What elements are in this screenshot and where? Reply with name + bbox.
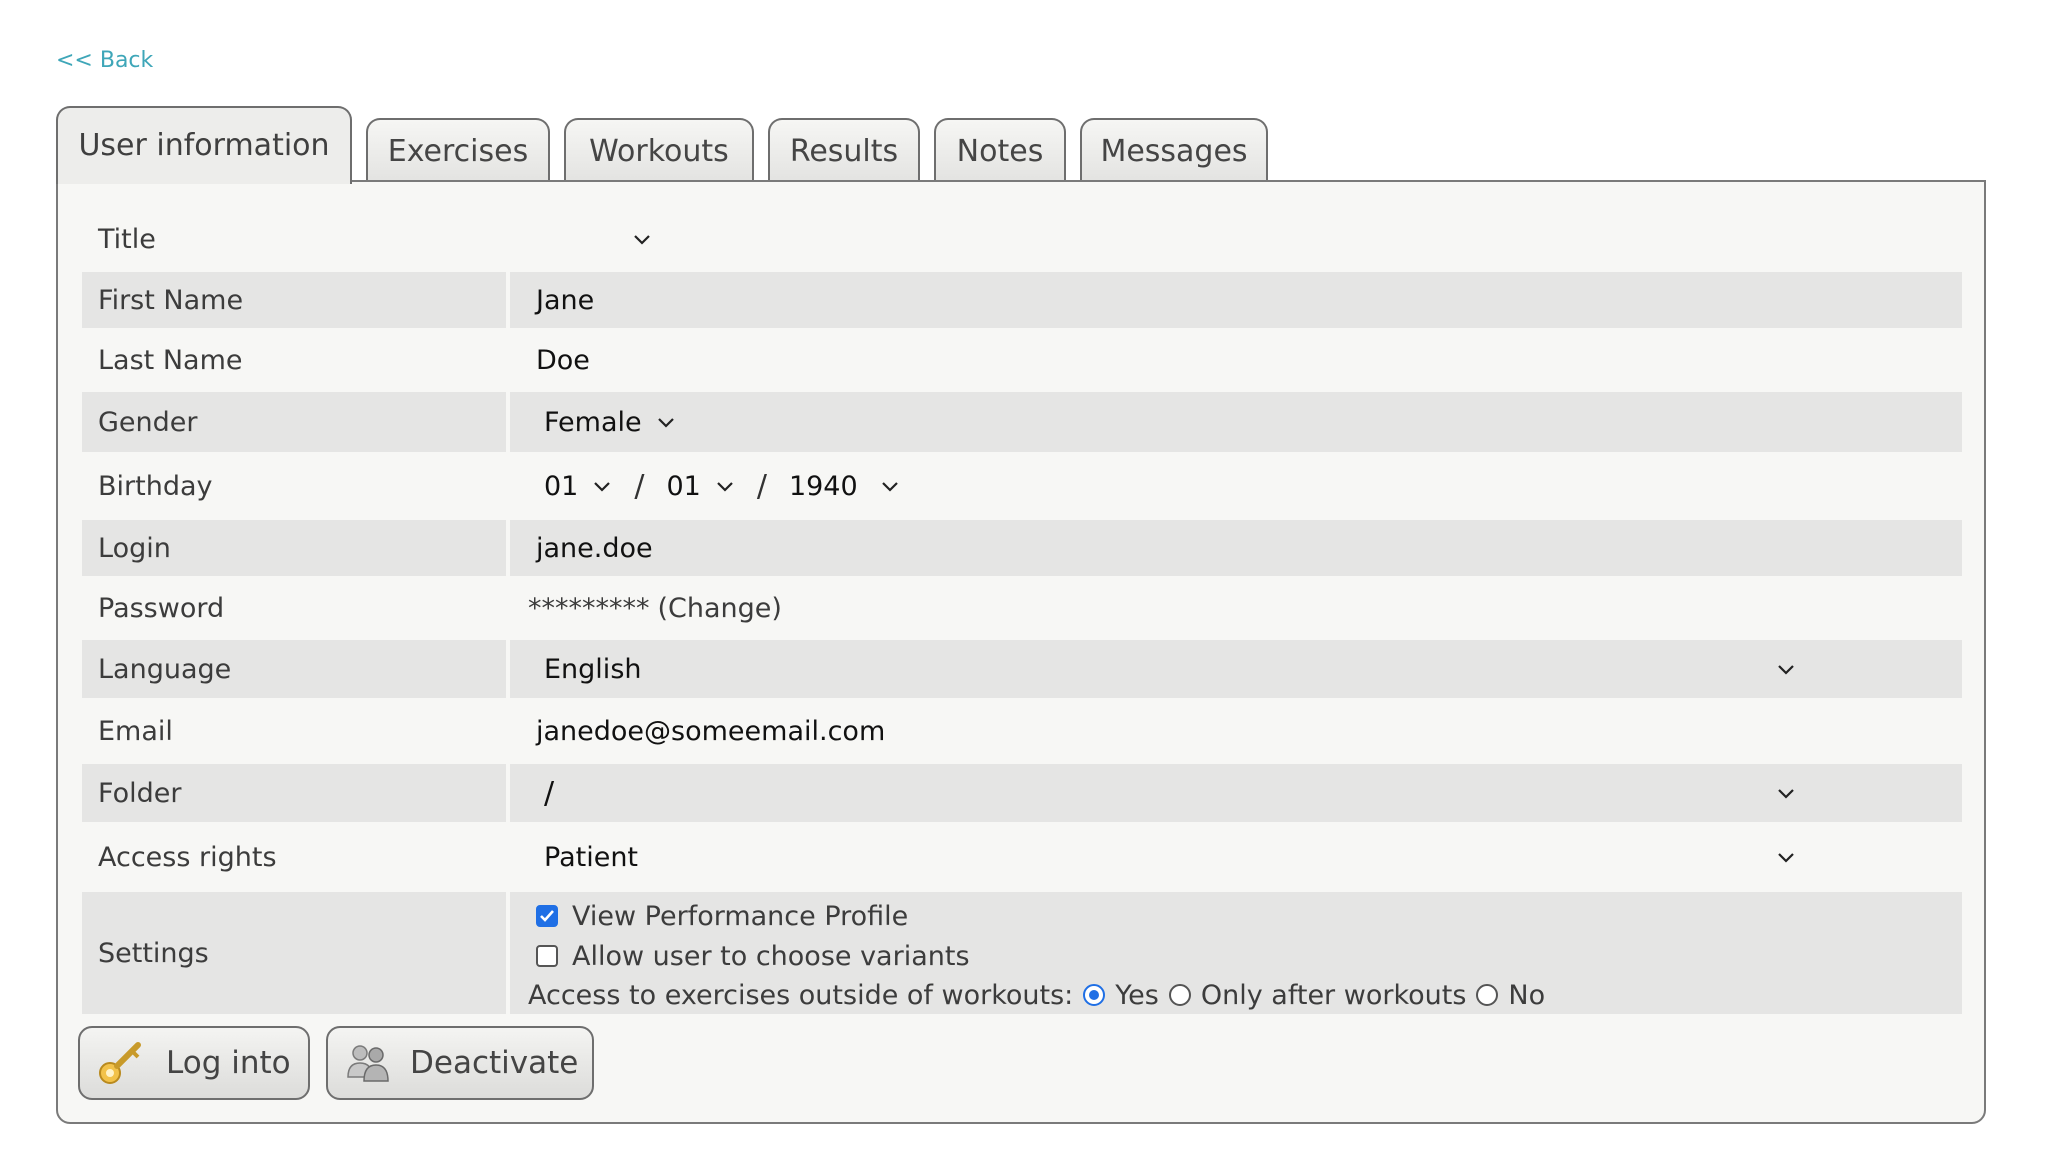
tab-label: Notes [956, 134, 1044, 169]
birthday-day-value: 01 [544, 470, 579, 502]
field-label: Login [82, 520, 506, 576]
field-label: Birthday [98, 470, 213, 502]
change-password-link[interactable]: (Change) [658, 593, 782, 624]
login-field[interactable]: jane.doe [510, 520, 1962, 576]
chevron-down-icon [1776, 786, 1796, 800]
radio-label: Yes [1115, 979, 1159, 1011]
tab-notes[interactable]: Notes [934, 118, 1066, 182]
field-label: Settings [82, 892, 506, 1014]
first-name-field[interactable]: Jane [510, 272, 1962, 328]
radio-label: No [1508, 979, 1546, 1011]
gender-select[interactable]: Female [544, 407, 676, 438]
birthday-month-select[interactable]: 01 [666, 471, 734, 502]
first-name-value: Jane [536, 284, 595, 316]
birthday-year-select[interactable]: 1940 [789, 471, 900, 502]
chevron-down-icon [715, 479, 735, 493]
chevron-down-icon [1776, 662, 1796, 676]
chevron-down-icon[interactable] [632, 232, 652, 246]
field-label: Email [98, 715, 173, 747]
row-title: Title [82, 210, 1962, 268]
deactivate-label: Deactivate [410, 1045, 579, 1081]
birthday-year-value: 1940 [788, 470, 858, 502]
email-field[interactable]: janedoe@someemail.com [510, 702, 1962, 760]
field-label: Password [98, 592, 225, 624]
log-into-button[interactable]: Log into [78, 1026, 310, 1100]
tab-label: Exercises [387, 134, 529, 169]
row-access-rights: Access rights Patient [82, 826, 1962, 888]
last-name-value: Doe [536, 344, 590, 376]
log-into-label: Log into [166, 1045, 291, 1081]
radio-label: Only after workouts [1200, 979, 1467, 1011]
allow-variants-checkbox[interactable] [536, 945, 558, 967]
field-label: Folder [82, 764, 506, 822]
access-outside-label: Access to exercises outside of workouts: [528, 979, 1074, 1011]
tab-label: Results [789, 134, 899, 169]
access-yes-radio[interactable] [1083, 984, 1106, 1006]
chevron-down-icon [1776, 850, 1796, 864]
access-after-workouts-radio[interactable] [1168, 984, 1191, 1006]
chevron-down-icon [656, 415, 676, 429]
tab-exercises[interactable]: Exercises [366, 118, 550, 182]
allow-variants-label: Allow user to choose variants [572, 940, 970, 972]
row-settings: Settings View Performance Profile Allow … [82, 892, 1962, 1014]
folder-select[interactable]: / [510, 764, 1962, 822]
folder-value: / [544, 775, 555, 811]
field-label: Access rights [98, 841, 277, 873]
row-birthday: Birthday 01 / 01 / 1940 [82, 456, 1962, 516]
deactivate-button[interactable]: Deactivate [326, 1026, 594, 1100]
birthday-day-select[interactable]: 01 [544, 471, 612, 502]
login-value: jane.doe [536, 532, 653, 564]
gender-value: Female [544, 406, 642, 438]
tab-results[interactable]: Results [768, 118, 920, 182]
tab-workouts[interactable]: Workouts [564, 118, 754, 182]
users-icon [342, 1037, 394, 1089]
language-value: English [544, 653, 642, 685]
tab-label: Workouts [589, 134, 729, 169]
field-label: Last Name [98, 344, 243, 376]
view-performance-checkbox[interactable] [536, 905, 558, 927]
tab-label: User information [78, 128, 330, 163]
row-last-name: Last Name Doe [82, 332, 1962, 388]
date-separator: / [756, 468, 767, 504]
access-rights-select[interactable]: Patient [510, 826, 1962, 888]
password-masked-value: ********* [528, 592, 650, 624]
row-gender: Gender Female [82, 392, 1962, 452]
view-performance-label: View Performance Profile [572, 900, 909, 932]
access-no-radio[interactable] [1476, 984, 1499, 1006]
field-label: Language [82, 640, 506, 698]
row-folder: Folder / [82, 764, 1962, 822]
row-first-name: First Name Jane [82, 272, 1962, 328]
tab-label: Messages [1100, 134, 1248, 169]
back-link[interactable]: << Back [56, 48, 153, 73]
chevron-down-icon [880, 479, 900, 493]
tab-user-information[interactable]: User information [56, 106, 352, 184]
field-label: First Name [82, 272, 506, 328]
tab-messages[interactable]: Messages [1080, 118, 1268, 182]
user-information-panel: Title First Name Jane Last Name Doe Gend… [56, 180, 1986, 1124]
row-email: Email janedoe@someemail.com [82, 702, 1962, 760]
access-rights-value: Patient [544, 841, 639, 873]
date-separator: / [634, 468, 645, 504]
birthday-month-value: 01 [666, 470, 701, 502]
email-value: janedoe@someemail.com [536, 715, 886, 747]
language-select[interactable]: English [510, 640, 1962, 698]
row-login: Login jane.doe [82, 520, 1962, 576]
field-label: Gender [82, 392, 506, 452]
key-icon [94, 1037, 146, 1089]
last-name-field[interactable]: Doe [510, 332, 1962, 388]
row-language: Language English [82, 640, 1962, 698]
title-select[interactable] [82, 210, 652, 268]
chevron-down-icon [592, 479, 612, 493]
row-password: Password ********* (Change) [82, 580, 1962, 636]
